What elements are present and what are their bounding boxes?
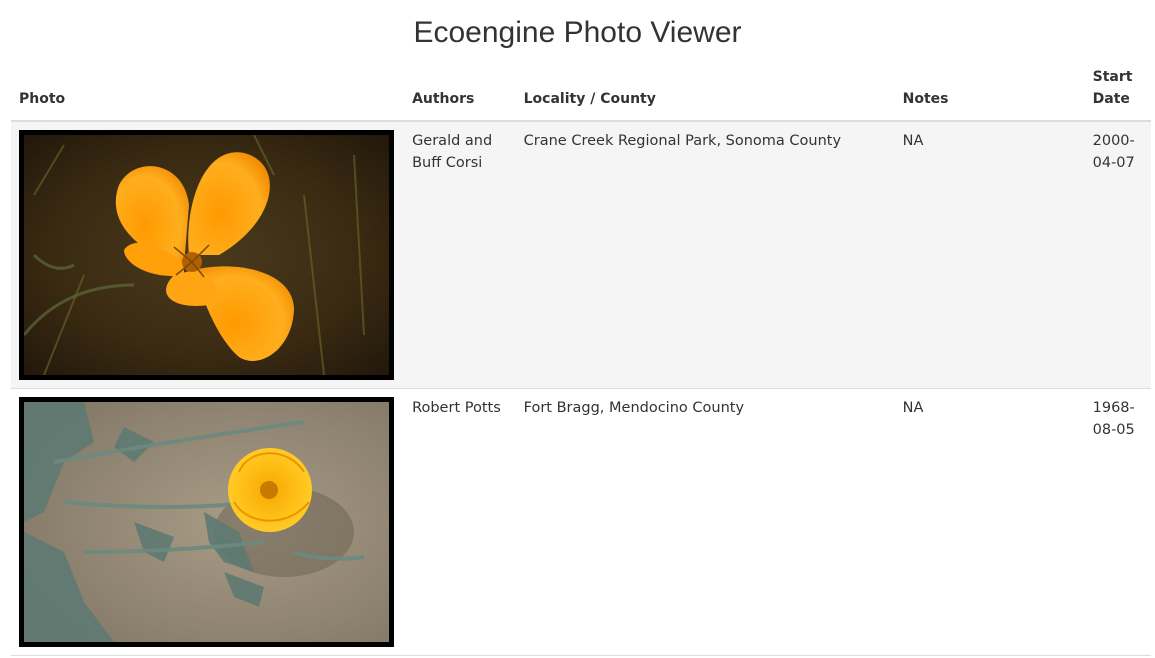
authors-cell: Robert Potts (404, 388, 516, 656)
orange-poppy-photo[interactable] (19, 130, 394, 380)
authors-cell: Gerald and Buff Corsi (404, 121, 516, 389)
table-header-row: Photo Authors Locality / County Notes St… (11, 64, 1151, 122)
yellow-poppy-photo[interactable] (19, 397, 394, 647)
table-row: Gerald and Buff Corsi Crane Creek Region… (11, 121, 1151, 389)
header-photo[interactable]: Photo (11, 64, 405, 122)
notes-cell: NA (894, 121, 1085, 389)
header-start-date[interactable]: Start Date (1084, 64, 1151, 122)
start-date-cell: 2000-04-07 (1084, 121, 1151, 389)
orange-poppy-flower-icon (24, 135, 389, 375)
photo-cell (11, 388, 405, 656)
photo-table: Photo Authors Locality / County Notes St… (11, 64, 1151, 656)
photo-cell (11, 121, 405, 389)
table-row: Robert Potts Fort Bragg, Mendocino Count… (11, 388, 1151, 656)
header-locality[interactable]: Locality / County (515, 64, 895, 122)
locality-cell: Crane Creek Regional Park, Sonoma County (515, 121, 895, 389)
header-authors[interactable]: Authors (404, 64, 516, 122)
notes-cell: NA (894, 388, 1085, 656)
page-title: Ecoengine Photo Viewer (413, 16, 742, 49)
start-date-cell: 1968-08-05 (1084, 388, 1151, 656)
locality-cell: Fort Bragg, Mendocino County (515, 388, 895, 656)
yellow-poppy-on-sand-icon (24, 402, 389, 642)
header-notes[interactable]: Notes (894, 64, 1085, 122)
